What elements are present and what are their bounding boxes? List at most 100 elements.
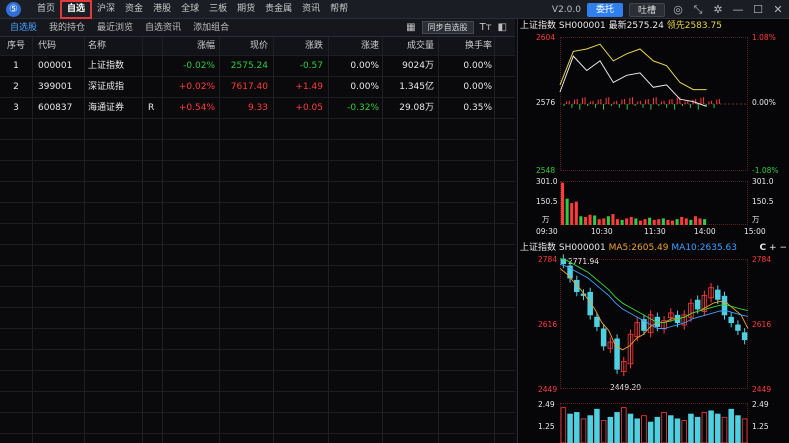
intraday-vol-mid: 150.5 (536, 197, 558, 206)
kline-chart[interactable] (559, 254, 749, 389)
watchlist-tab[interactable]: 自选股 (4, 19, 43, 37)
nav-item[interactable]: 自选 (60, 0, 93, 19)
watchlist-subbar: 自选股 我的持仓 最近浏览 自选资讯 添加组合 ▦ 同步自选股 Tт ◧ (0, 19, 515, 37)
nav-item[interactable]: 沪深 (92, 0, 120, 19)
col-change-pct[interactable]: 涨幅 (160, 37, 215, 55)
col-change[interactable]: 涨跌 (275, 37, 323, 55)
cell-code: 600837 (38, 103, 73, 113)
nav-item[interactable]: 首页 (32, 0, 60, 19)
kline-volume-bar (580, 418, 587, 443)
watchlist-tabs: 自选股 我的持仓 最近浏览 自选资讯 添加组合 (4, 19, 235, 37)
column-divider (219, 37, 220, 443)
nav-item[interactable]: 三板 (204, 0, 232, 19)
avg-price-line (559, 43, 707, 91)
cell-flag (148, 77, 158, 97)
volume-bar (579, 216, 583, 225)
volume-bar (670, 220, 675, 225)
nav-item[interactable]: 资金 (120, 0, 148, 19)
settings-icon[interactable]: ✲ (711, 3, 725, 16)
cell-seq: 3 (13, 103, 19, 113)
maximize-icon[interactable]: ☐ (751, 3, 765, 16)
minimize-icon[interactable]: — (731, 3, 745, 16)
message-icon[interactable]: ◎ (671, 3, 685, 16)
close-icon[interactable]: ✕ (771, 3, 785, 16)
nav-item[interactable]: 港股 (148, 0, 176, 19)
volume-bar (680, 216, 684, 225)
cell-speed: -0.32% (347, 103, 379, 113)
intraday-volume-chart[interactable] (560, 181, 748, 225)
cell-volume: 1.345亿 (399, 82, 434, 92)
watchlist-tab[interactable]: 自选资讯 (139, 19, 187, 37)
tool-icon[interactable]: ⤡ (691, 3, 705, 17)
column-divider (32, 37, 33, 443)
nav-item[interactable]: 帮帮 (325, 0, 353, 19)
kline-volume-bar (701, 412, 708, 443)
nav-item[interactable]: 全球 (176, 0, 204, 19)
time-tick: 10:30 (591, 227, 613, 236)
kline-stock-name: 上证指数 (520, 243, 557, 253)
kline-y-mid: 2616 (538, 320, 558, 329)
column-divider (162, 37, 163, 443)
col-turnover[interactable]: 换手率 (440, 37, 492, 55)
volume-bar (593, 215, 597, 225)
volume-bar (606, 216, 610, 225)
intraday-pct-mid: 0.00% (752, 98, 776, 107)
volume-bar (703, 219, 707, 225)
cell-volume: 29.08万 (399, 103, 434, 113)
cell-name: 深证成指 (88, 82, 125, 92)
volume-bar (643, 219, 647, 225)
entrust-button[interactable]: 委托 (586, 2, 623, 17)
zoom-out-button[interactable]: − (779, 243, 787, 253)
kline-y-bot-right: 2449 (752, 385, 772, 394)
kline-vol-mid: 1.25 (538, 422, 555, 431)
candle-body (587, 291, 593, 316)
column-divider (438, 37, 439, 443)
refresh-icon[interactable]: C (760, 243, 767, 253)
volume-bar (657, 219, 661, 225)
cell-flag: R (148, 103, 155, 113)
cell-flag (148, 56, 158, 76)
column-divider (494, 37, 495, 443)
watchlist-tab[interactable]: 添加组合 (187, 19, 235, 37)
kline-volume-bar (594, 408, 600, 443)
volume-bar (597, 219, 601, 225)
watchlist-tab[interactable]: 我的持仓 (43, 19, 91, 37)
col-volume[interactable]: 成交量 (384, 37, 434, 55)
nav-item[interactable]: 资讯 (297, 0, 325, 19)
layout-icon[interactable]: ◧ (498, 22, 507, 33)
zoom-in-button[interactable]: + (769, 243, 777, 253)
col-price[interactable]: 现价 (220, 37, 268, 55)
kline-volume-chart[interactable] (560, 403, 748, 443)
app-logo-icon: ⑤ (6, 2, 21, 17)
cell-code: 000001 (38, 61, 73, 71)
watchlist-tab[interactable]: 最近浏览 (91, 19, 139, 37)
col-seq[interactable]: 序号 (4, 37, 28, 55)
intraday-vol-unit-right: 万 (752, 215, 760, 224)
cell-change-pct: +0.54% (178, 103, 215, 113)
kline-volume-bar (607, 416, 614, 443)
tucao-button[interactable]: 吐槽 (628, 2, 665, 17)
volume-bar (583, 216, 587, 225)
sync-watchlist-button[interactable]: 同步自选股 (421, 21, 474, 34)
intraday-chart[interactable] (559, 37, 748, 171)
nav-item[interactable]: 贵金属 (260, 0, 297, 19)
latest-label: 最新 (608, 21, 627, 31)
col-code[interactable]: 代码 (38, 37, 82, 55)
volume-bar (698, 218, 702, 225)
grid-icon[interactable]: ▦ (406, 22, 415, 33)
volume-bar (602, 218, 606, 225)
volume-bar (629, 216, 633, 225)
cell-seq: 1 (13, 61, 19, 71)
candle-body (600, 328, 607, 347)
col-name[interactable]: 名称 (88, 37, 148, 55)
col-speed[interactable]: 涨速 (330, 37, 379, 55)
intraday-stock-name: 上证指数 (520, 21, 557, 31)
kline-volume-bar (614, 412, 620, 443)
nav-item[interactable]: 期货 (232, 0, 260, 19)
cell-change: -0.57 (299, 61, 323, 71)
cell-seq: 2 (13, 82, 19, 92)
volume-bar (684, 218, 688, 225)
kline-volume-bar (674, 418, 681, 443)
font-size-icon[interactable]: Tт (480, 22, 492, 33)
latest-price: 2575.24 (626, 21, 664, 31)
